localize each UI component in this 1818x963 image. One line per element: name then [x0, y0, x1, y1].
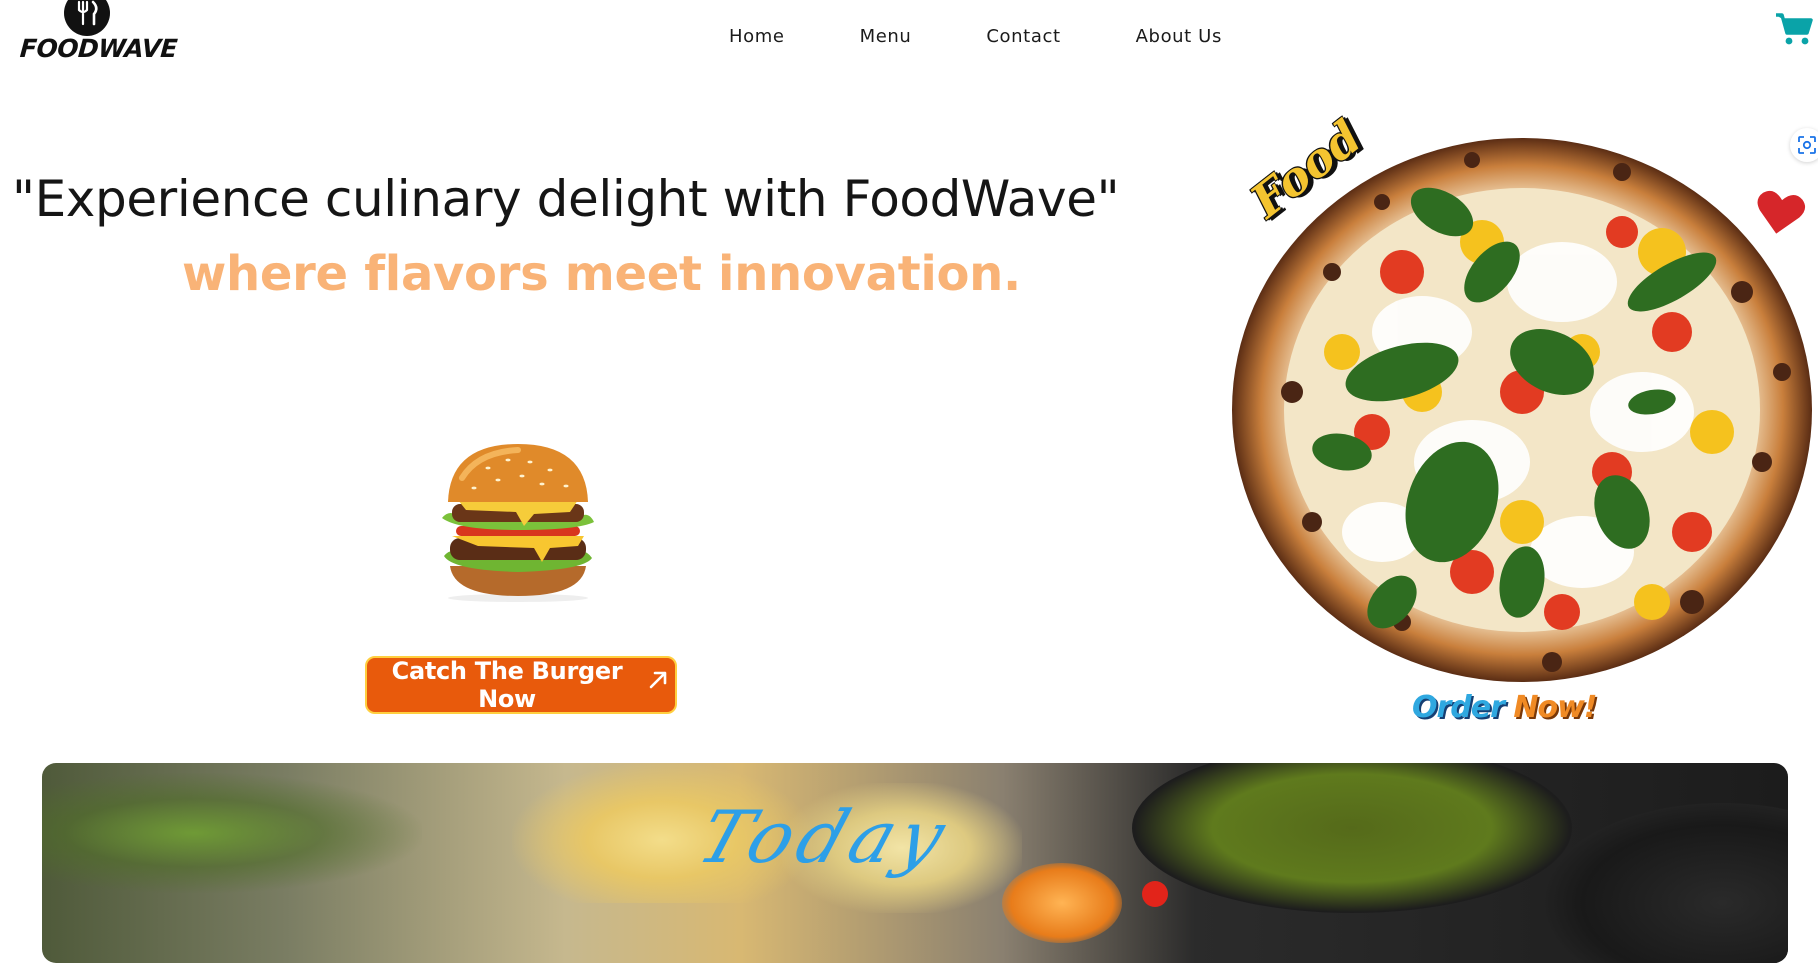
banner-script-text: Today — [688, 795, 962, 879]
main-nav: Home Menu Contact About Us — [729, 24, 1297, 50]
pizza-image[interactable] — [1222, 132, 1818, 692]
hero-headline: "Experience culinary delight with FoodWa… — [12, 170, 1120, 228]
nav-about-us[interactable]: About Us — [1136, 24, 1222, 50]
nav-menu[interactable]: Menu — [860, 24, 912, 50]
order-text: Order — [1412, 690, 1505, 725]
today-banner: Today — [42, 763, 1788, 963]
cta-label: Catch The Burger Now — [391, 657, 623, 713]
hero-subline: where flavors meet innovation. — [182, 246, 1021, 302]
nav-home[interactable]: Home — [729, 24, 785, 50]
burger-image — [438, 438, 598, 604]
now-text: Now! — [1513, 690, 1597, 725]
arrow-up-right-icon — [647, 669, 669, 697]
nav-contact[interactable]: Contact — [986, 24, 1060, 50]
cart-icon[interactable] — [1774, 11, 1814, 47]
heart-icon[interactable] — [1754, 190, 1806, 240]
order-now-link[interactable]: Order Now! — [1412, 690, 1598, 725]
fork-knife-icon — [64, 0, 110, 36]
catch-burger-button[interactable]: Catch The Burger Now — [365, 656, 677, 714]
brand-logo[interactable]: FOODWAVE — [19, 0, 178, 70]
brand-name: FOODWAVE — [18, 34, 179, 63]
